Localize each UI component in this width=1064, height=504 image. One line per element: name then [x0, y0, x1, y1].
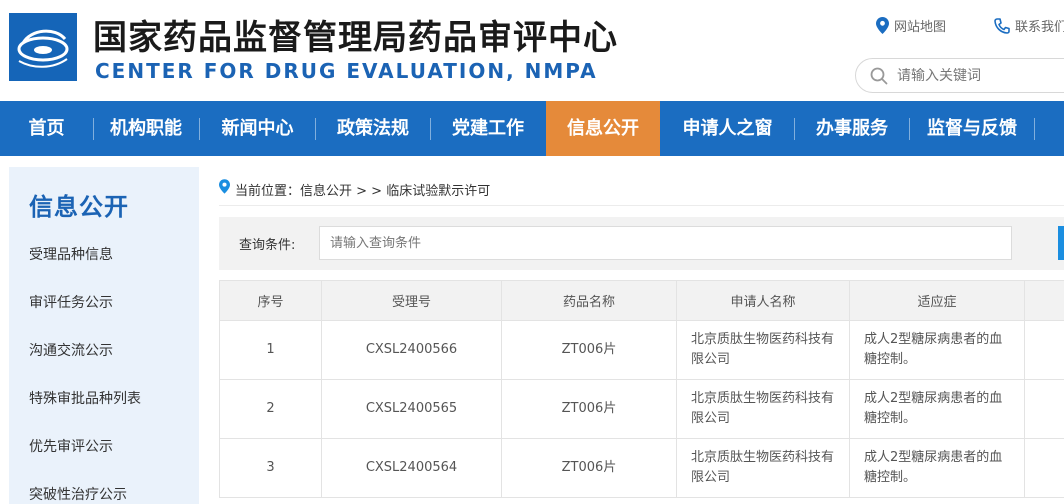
sidebar: 信息公开 受理品种信息 审评任务公示 沟通交流公示 特殊审批品种列表 优先审评公…	[9, 167, 199, 504]
cell-extra	[1024, 320, 1064, 380]
table-row[interactable]: 3 CXSL2400564 ZT006片 北京质肽生物医药科技有限公司 成人2型…	[219, 438, 1064, 498]
cell-indication: 成人2型糖尿病患者的血糖控制。	[849, 320, 1025, 380]
site-title-cn: 国家药品监督管理局药品审评中心	[93, 18, 618, 58]
cell-applicant: 北京质肽生物医药科技有限公司	[676, 438, 850, 498]
site-search[interactable]	[855, 58, 1064, 93]
nav-item-services[interactable]: 办事服务	[795, 101, 909, 156]
cell-acceptance-no: CXSL2400564	[321, 438, 502, 498]
nav-item-applicant[interactable]: 申请人之窗	[661, 101, 794, 156]
header-acceptance-no: 受理号	[321, 280, 502, 321]
cell-drug-name: ZT006片	[501, 438, 677, 498]
header-index: 序号	[219, 280, 322, 321]
sitemap-link[interactable]: 网站地图	[876, 16, 946, 35]
cell-drug-name: ZT006片	[501, 379, 677, 439]
cell-extra	[1024, 379, 1064, 439]
cde-logo-emblem-icon	[9, 13, 77, 81]
sidebar-item-special-approval[interactable]: 特殊审批品种列表	[29, 388, 141, 408]
site-header: 国家药品监督管理局药品审评中心 CENTER FOR DRUG EVALUATI…	[0, 0, 1064, 101]
location-pin-icon	[219, 179, 230, 194]
location-pin-icon	[876, 17, 889, 34]
contact-link[interactable]: 联系我们	[994, 16, 1064, 35]
query-search-button[interactable]	[1058, 226, 1064, 260]
query-label: 查询条件:	[239, 238, 296, 253]
phone-icon	[994, 17, 1010, 34]
breadcrumb: 当前位置： 信息公开 > > 临床试验默示许可	[219, 178, 1064, 206]
site-search-input[interactable]	[897, 67, 1047, 84]
sidebar-item-review-tasks[interactable]: 审评任务公示	[29, 292, 113, 312]
breadcrumb-prefix: 当前位置：	[235, 184, 301, 199]
main-nav: 首页 机构职能 新闻中心 政策法规 党建工作 信息公开 申请人之窗 办事服务 监…	[0, 101, 1064, 156]
sitemap-label: 网站地图	[894, 20, 947, 35]
sidebar-title: 信息公开	[29, 193, 129, 221]
cell-indication: 成人2型糖尿病患者的血糖控制。	[849, 379, 1025, 439]
cell-acceptance-no: CXSL2400565	[321, 379, 502, 439]
query-input[interactable]	[319, 226, 1012, 260]
sidebar-item-breakthrough[interactable]: 突破性治疗公示	[29, 484, 127, 504]
sidebar-item-priority-review[interactable]: 优先审评公示	[29, 436, 113, 456]
query-panel: 查询条件:	[219, 217, 1064, 270]
cell-index: 1	[219, 320, 322, 380]
nav-item-home[interactable]: 首页	[0, 101, 93, 156]
nav-item-feedback[interactable]: 监督与反馈	[910, 101, 1034, 156]
table-header-row: 序号 受理号 药品名称 申请人名称 适应症	[219, 280, 1064, 321]
cell-applicant: 北京质肽生物医药科技有限公司	[676, 320, 850, 380]
cell-index: 3	[219, 438, 322, 498]
cell-index: 2	[219, 379, 322, 439]
nav-item-party[interactable]: 党建工作	[431, 101, 545, 156]
nav-item-functions[interactable]: 机构职能	[94, 101, 198, 156]
table-row[interactable]: 1 CXSL2400566 ZT006片 北京质肽生物医药科技有限公司 成人2型…	[219, 320, 1064, 380]
results-table: 序号 受理号 药品名称 申请人名称 适应症 1 CXSL2400566 ZT00…	[219, 280, 1064, 498]
breadcrumb-path[interactable]: 信息公开 > > 临床试验默示许可	[300, 180, 490, 199]
sidebar-item-communication[interactable]: 沟通交流公示	[29, 340, 113, 360]
nav-divider	[1034, 118, 1035, 140]
site-title-en: CENTER FOR DRUG EVALUATION, NMPA	[95, 59, 598, 83]
cell-indication: 成人2型糖尿病患者的血糖控制。	[849, 438, 1025, 498]
nav-item-policy[interactable]: 政策法规	[316, 101, 430, 156]
header-drug-name: 药品名称	[501, 280, 677, 321]
nav-item-news[interactable]: 新闻中心	[200, 101, 315, 156]
cde-logo[interactable]	[9, 13, 77, 81]
contact-label: 联系我们	[1015, 20, 1064, 35]
cell-applicant: 北京质肽生物医药科技有限公司	[676, 379, 850, 439]
nav-item-info-public[interactable]: 信息公开	[546, 101, 660, 156]
search-icon[interactable]	[870, 67, 888, 85]
header-extra	[1024, 280, 1064, 321]
sidebar-item-accepted-varieties[interactable]: 受理品种信息	[29, 244, 113, 264]
header-applicant: 申请人名称	[676, 280, 850, 321]
cell-extra	[1024, 438, 1064, 498]
cell-acceptance-no: CXSL2400566	[321, 320, 502, 380]
table-row[interactable]: 2 CXSL2400565 ZT006片 北京质肽生物医药科技有限公司 成人2型…	[219, 379, 1064, 439]
cell-drug-name: ZT006片	[501, 320, 677, 380]
header-indication: 适应症	[849, 280, 1025, 321]
